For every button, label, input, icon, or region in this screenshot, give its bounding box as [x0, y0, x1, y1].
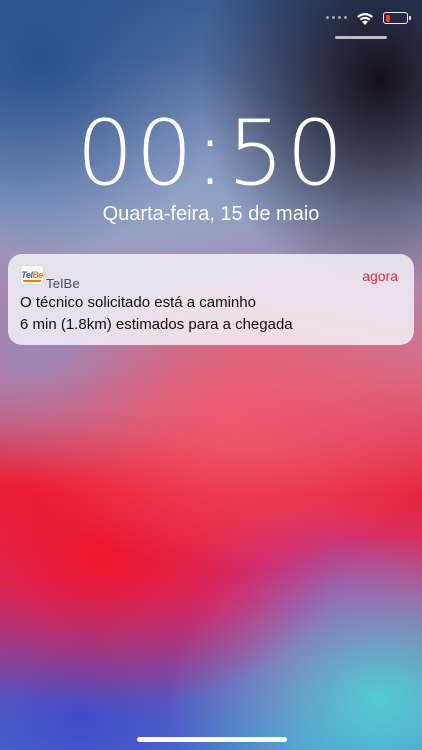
logo-text-tel: Tel: [21, 270, 33, 280]
notification-time: agora: [362, 268, 398, 284]
signal-dot: [338, 16, 341, 19]
lock-screen-time: 00:50: [76, 101, 346, 206]
signal-dot: [344, 16, 347, 19]
notification-app-name: TelBe: [46, 276, 81, 291]
notification-body: 6 min (1.8km) estimados para a chegada: [20, 316, 293, 333]
home-indicator[interactable]: [137, 737, 287, 742]
status-bar: [355, 10, 411, 26]
notification-title: O técnico solicitado está a caminho: [20, 294, 256, 311]
telbe-app-icon: Tel Be: [20, 265, 44, 285]
notification-card[interactable]: Tel Be TelBe agora O técnico solicitado e…: [8, 254, 414, 345]
signal-dot: [332, 16, 335, 19]
logo-text-be: Be: [32, 270, 43, 280]
logo-swoosh: [23, 280, 41, 282]
wifi-icon: [357, 13, 373, 25]
battery-low-icon: [383, 12, 411, 24]
control-center-handle[interactable]: [335, 36, 387, 39]
battery-level: [385, 14, 390, 22]
battery-cap: [409, 16, 411, 20]
signal-dot: [326, 16, 329, 19]
signal-dots: [326, 16, 347, 19]
lock-screen-date: Quarta-feira, 15 de maio: [102, 203, 320, 225]
